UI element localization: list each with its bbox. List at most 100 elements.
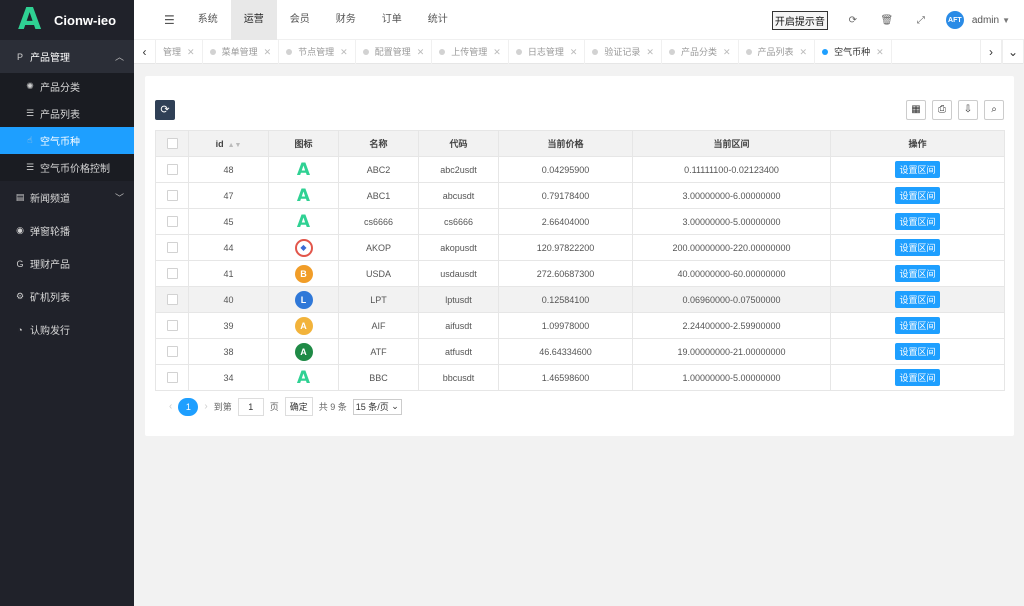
- close-icon[interactable]: ✕: [646, 40, 654, 64]
- tab-config-management[interactable]: 配置管理 ✕: [356, 40, 433, 64]
- top-menu-system[interactable]: 系统: [185, 0, 231, 40]
- set-range-button[interactable]: 设置区间: [895, 343, 940, 360]
- close-icon[interactable]: ✕: [876, 40, 884, 64]
- row-checkbox[interactable]: [166, 190, 178, 202]
- column-header-id[interactable]: id ▲▼: [188, 130, 269, 157]
- tab-product-list[interactable]: 产品列表 ✕: [739, 40, 816, 64]
- table-row[interactable]: 38 A ATF atfusdt 46.64334600 19.00000000-21.0…: [155, 338, 1005, 365]
- set-range-button[interactable]: 设置区间: [895, 265, 940, 282]
- tab-verification-records[interactable]: 验证记录 ✕: [585, 40, 662, 64]
- sidebar-item-popup-carousel[interactable]: ◉ 弹窗轮播: [0, 214, 134, 247]
- sidebar-item-product-category[interactable]: ✺ 产品分类: [0, 73, 134, 100]
- export-icon[interactable]: ⇩: [958, 100, 978, 120]
- table-row[interactable]: 34 A BBC bbcusdt 1.46598600 1.00000000-5.0000…: [155, 364, 1005, 391]
- row-checkbox[interactable]: [166, 294, 178, 306]
- row-checkbox[interactable]: [166, 346, 178, 358]
- top-menu-stats[interactable]: 统计: [415, 0, 461, 40]
- refresh-icon[interactable]: ⟳: [836, 15, 870, 26]
- tab-air-coin[interactable]: 空气币种 ✕: [815, 40, 892, 64]
- row-checkbox[interactable]: [166, 164, 178, 176]
- cell-action: 设置区间: [830, 364, 1005, 391]
- refresh-button[interactable]: ⟳: [155, 100, 175, 120]
- row-checkbox[interactable]: [166, 216, 178, 228]
- tab-management[interactable]: 管理 ✕: [156, 40, 203, 64]
- caret-down-icon[interactable]: ▼: [1002, 16, 1010, 25]
- table-body: 48 A ABC2 abc2usdt 0.04295900 0.11111100-0.02…: [155, 156, 1005, 391]
- top-menu-orders[interactable]: 订单: [369, 0, 415, 40]
- table-row[interactable]: 40 L LPT lptusdt 0.12584100 0.06960000-0.0750…: [155, 286, 1005, 313]
- set-range-button[interactable]: 设置区间: [895, 213, 940, 230]
- goto-page-input[interactable]: [237, 397, 264, 416]
- close-icon[interactable]: ✕: [800, 40, 808, 64]
- top-menu-members[interactable]: 会员: [277, 0, 323, 40]
- sidebar-item-subscription[interactable]: ◔ 认购发行: [0, 313, 134, 346]
- sidebar-item-air-coin-price[interactable]: ☰ 空气币价格控制: [0, 154, 134, 181]
- tab-label: 产品列表: [757, 47, 794, 57]
- set-range-button[interactable]: 设置区间: [895, 187, 940, 204]
- user-name[interactable]: admin: [972, 15, 999, 26]
- table-row[interactable]: 44 ◆ AKOP akopusdt 120.97822200 200.00000000-…: [155, 234, 1005, 261]
- trash-icon[interactable]: 🗑: [870, 15, 904, 26]
- cell-code: aifusdt: [418, 312, 499, 339]
- table-row[interactable]: 47 A ABC1 abcusdt 0.79178400 3.00000000-6.000…: [155, 182, 1005, 209]
- set-range-button[interactable]: 设置区间: [895, 317, 940, 334]
- pie-chart-icon: ◔: [17, 324, 23, 335]
- tabs-prev-icon[interactable]: ‹: [134, 40, 156, 64]
- search-icon[interactable]: ⌕: [984, 100, 1004, 120]
- close-icon[interactable]: ✕: [187, 40, 195, 64]
- tabs-menu-icon[interactable]: ⌄: [1002, 40, 1024, 64]
- close-icon[interactable]: ✕: [264, 40, 272, 64]
- tab-menu-management[interactable]: 菜单管理 ✕: [203, 40, 280, 64]
- close-icon[interactable]: ✕: [570, 40, 578, 64]
- close-icon[interactable]: ✕: [340, 40, 348, 64]
- tab-node-management[interactable]: 节点管理 ✕: [279, 40, 356, 64]
- avatar[interactable]: AFT: [945, 11, 964, 29]
- set-range-button[interactable]: 设置区间: [895, 161, 940, 178]
- current-page[interactable]: 1: [178, 397, 199, 416]
- sidebar-item-product-list[interactable]: ☰ 产品列表: [0, 100, 134, 127]
- page-size-select[interactable]: 15 条/页 ⌄: [352, 398, 402, 415]
- confirm-page-button[interactable]: 确定: [284, 397, 313, 416]
- set-range-button[interactable]: 设置区间: [895, 291, 940, 308]
- tab-dot: [592, 49, 599, 55]
- sidebar-item-product-management[interactable]: P 产品管理 ︿: [0, 40, 134, 73]
- prev-page-icon[interactable]: ‹: [169, 401, 172, 412]
- cell-action: 设置区间: [830, 312, 1005, 339]
- table-row[interactable]: 41 B USDA usdausdt 272.60687300 40.00000000-6…: [155, 260, 1005, 287]
- cell-range: 3.00000000-5.00000000: [632, 208, 831, 235]
- logo[interactable]: A Cionw-ieo: [0, 0, 134, 40]
- tabs-next-icon[interactable]: ›: [980, 40, 1002, 64]
- select-all-checkbox[interactable]: [166, 138, 178, 150]
- fullscreen-icon[interactable]: ⤢: [904, 15, 938, 26]
- row-checkbox[interactable]: [166, 372, 178, 384]
- sidebar-item-air-coin[interactable]: ☝ 空气币种: [0, 127, 134, 154]
- close-icon[interactable]: ✕: [723, 40, 731, 64]
- tab-upload-management[interactable]: 上传管理 ✕: [432, 40, 509, 64]
- top-menu-finance[interactable]: 财务: [323, 0, 369, 40]
- tab-product-category[interactable]: 产品分类 ✕: [662, 40, 739, 64]
- close-icon[interactable]: ✕: [417, 40, 425, 64]
- set-range-button[interactable]: 设置区间: [895, 369, 940, 386]
- row-checkbox[interactable]: [166, 268, 178, 280]
- next-page-icon[interactable]: ›: [204, 401, 207, 412]
- sidebar-item-miners[interactable]: ⚙ 矿机列表: [0, 280, 134, 313]
- row-checkbox[interactable]: [166, 242, 178, 254]
- table-row[interactable]: 45 Acs6666 cs6666 2.66404000 3.00000000-5.00…: [155, 208, 1005, 235]
- cell-icon: A: [268, 182, 339, 209]
- enable-sound-button[interactable]: 开启提示音: [771, 10, 828, 30]
- close-icon[interactable]: ✕: [493, 40, 501, 64]
- cell-action: 设置区间: [830, 260, 1005, 287]
- sidebar-item-finance-products[interactable]: G 理财产品: [0, 247, 134, 280]
- table-row[interactable]: 39 A AIF aifusdt 1.09978000 2.24400000-2.5990…: [155, 312, 1005, 339]
- print-icon[interactable]: ⎙: [932, 100, 952, 120]
- tab-log-management[interactable]: 日志管理 ✕: [509, 40, 586, 64]
- sidebar-item-label: 产品分类: [40, 83, 80, 94]
- top-menu-operations[interactable]: 运营: [230, 0, 277, 40]
- row-checkbox[interactable]: [166, 320, 178, 332]
- sort-icon[interactable]: ▲▼: [228, 142, 242, 149]
- table-row[interactable]: 48 A ABC2 abc2usdt 0.04295900 0.11111100-0.02…: [155, 156, 1005, 183]
- set-range-button[interactable]: 设置区间: [895, 239, 940, 256]
- columns-icon[interactable]: ▦: [906, 100, 926, 120]
- sidebar-item-news[interactable]: ▤ 新闻频道 ﹀: [0, 181, 134, 214]
- menu-toggle-icon[interactable]: ☰: [154, 0, 185, 40]
